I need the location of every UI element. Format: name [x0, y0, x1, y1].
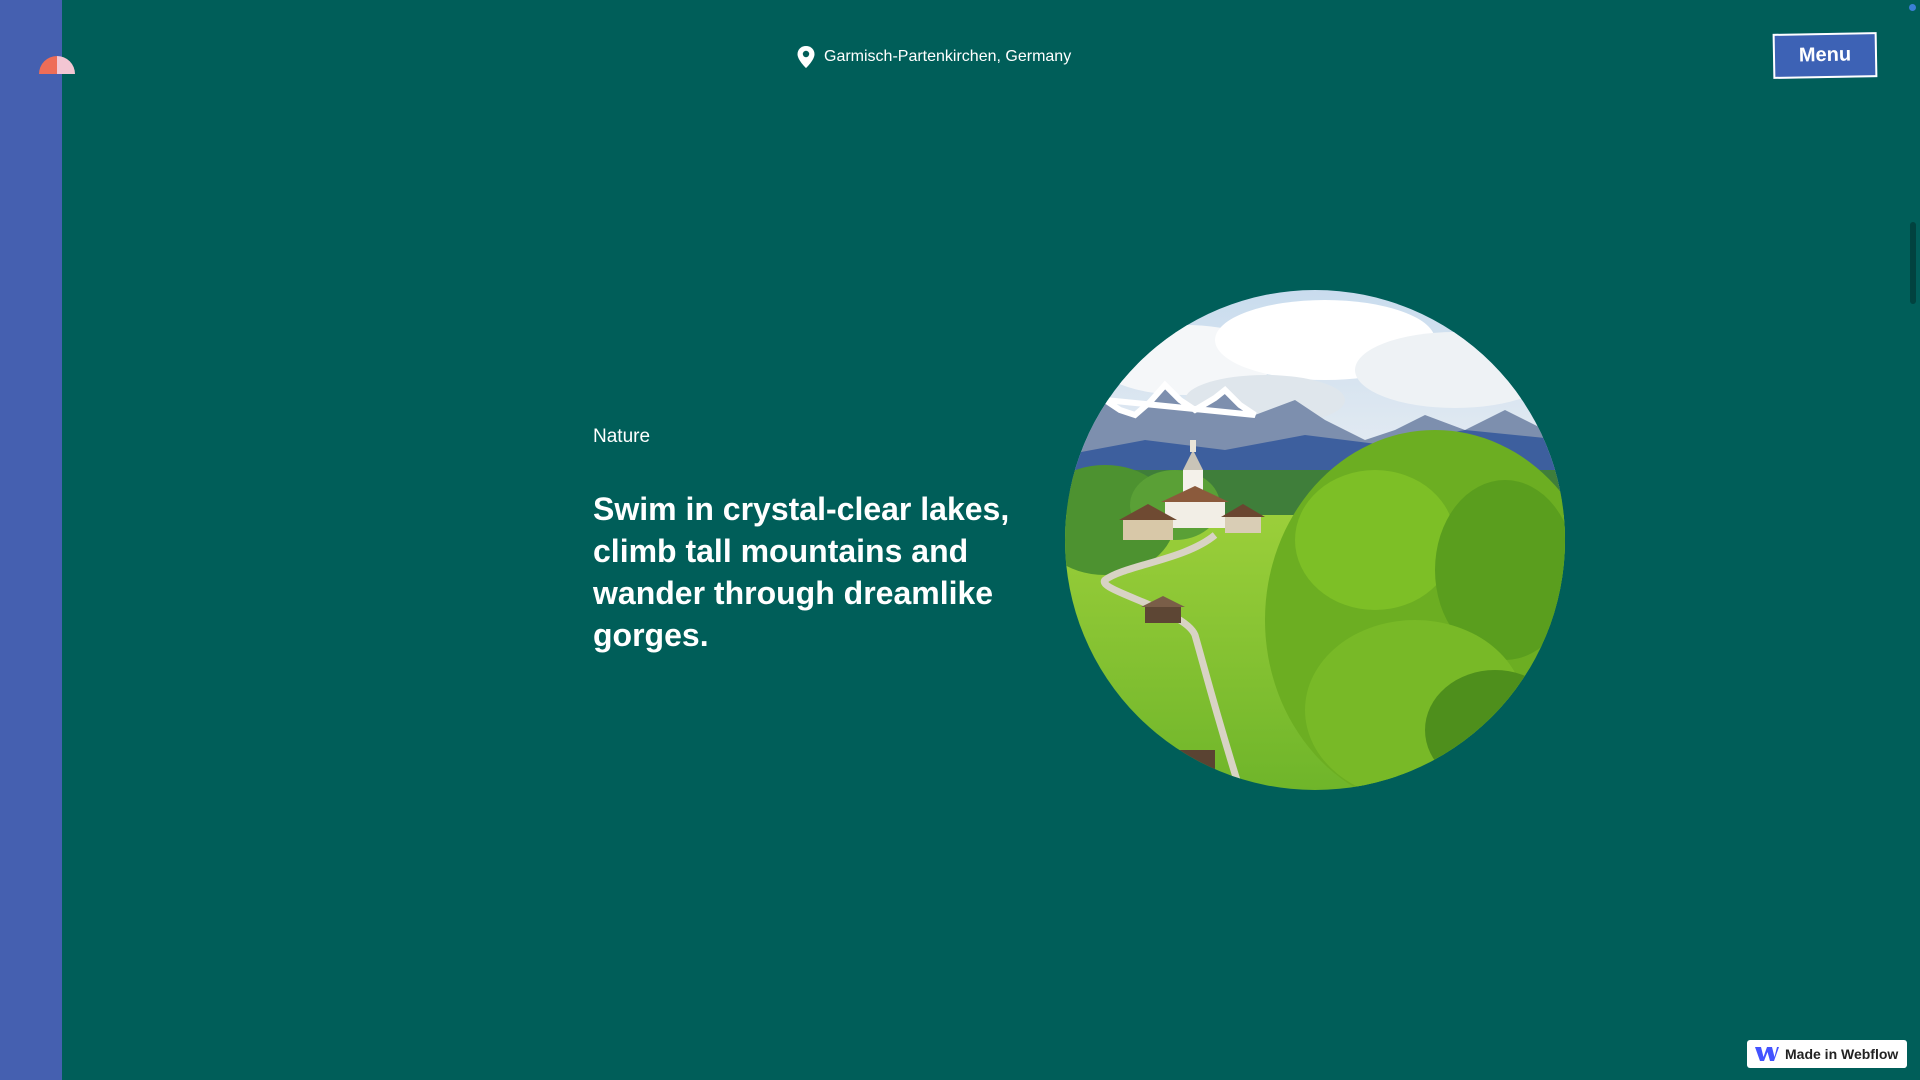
- hero-headline: Swim in crystal-clear lakes, climb tall …: [593, 491, 1010, 653]
- scrollbar-thumb[interactable]: [1910, 222, 1916, 304]
- made-in-webflow-badge[interactable]: Made in Webflow: [1747, 1040, 1907, 1068]
- half-circle-logo-icon[interactable]: [39, 54, 75, 74]
- webflow-badge-label: Made in Webflow: [1785, 1046, 1899, 1062]
- menu-button[interactable]: Menu: [1772, 32, 1878, 79]
- category-label: Nature: [593, 426, 651, 447]
- location-text: Garmisch-Partenkirchen, Germany: [824, 48, 1072, 65]
- corner-indicator: [1909, 4, 1916, 11]
- side-strip: [0, 0, 62, 1080]
- alpine-village-landscape-photo: [1065, 290, 1565, 790]
- location-label: Garmisch-Partenkirchen, Germany: [797, 46, 1071, 68]
- map-pin-icon: [797, 46, 815, 68]
- page: Garmisch-Partenkirchen, Germany Menu Nat…: [0, 0, 1920, 1080]
- webflow-logo-icon: [1755, 1047, 1779, 1061]
